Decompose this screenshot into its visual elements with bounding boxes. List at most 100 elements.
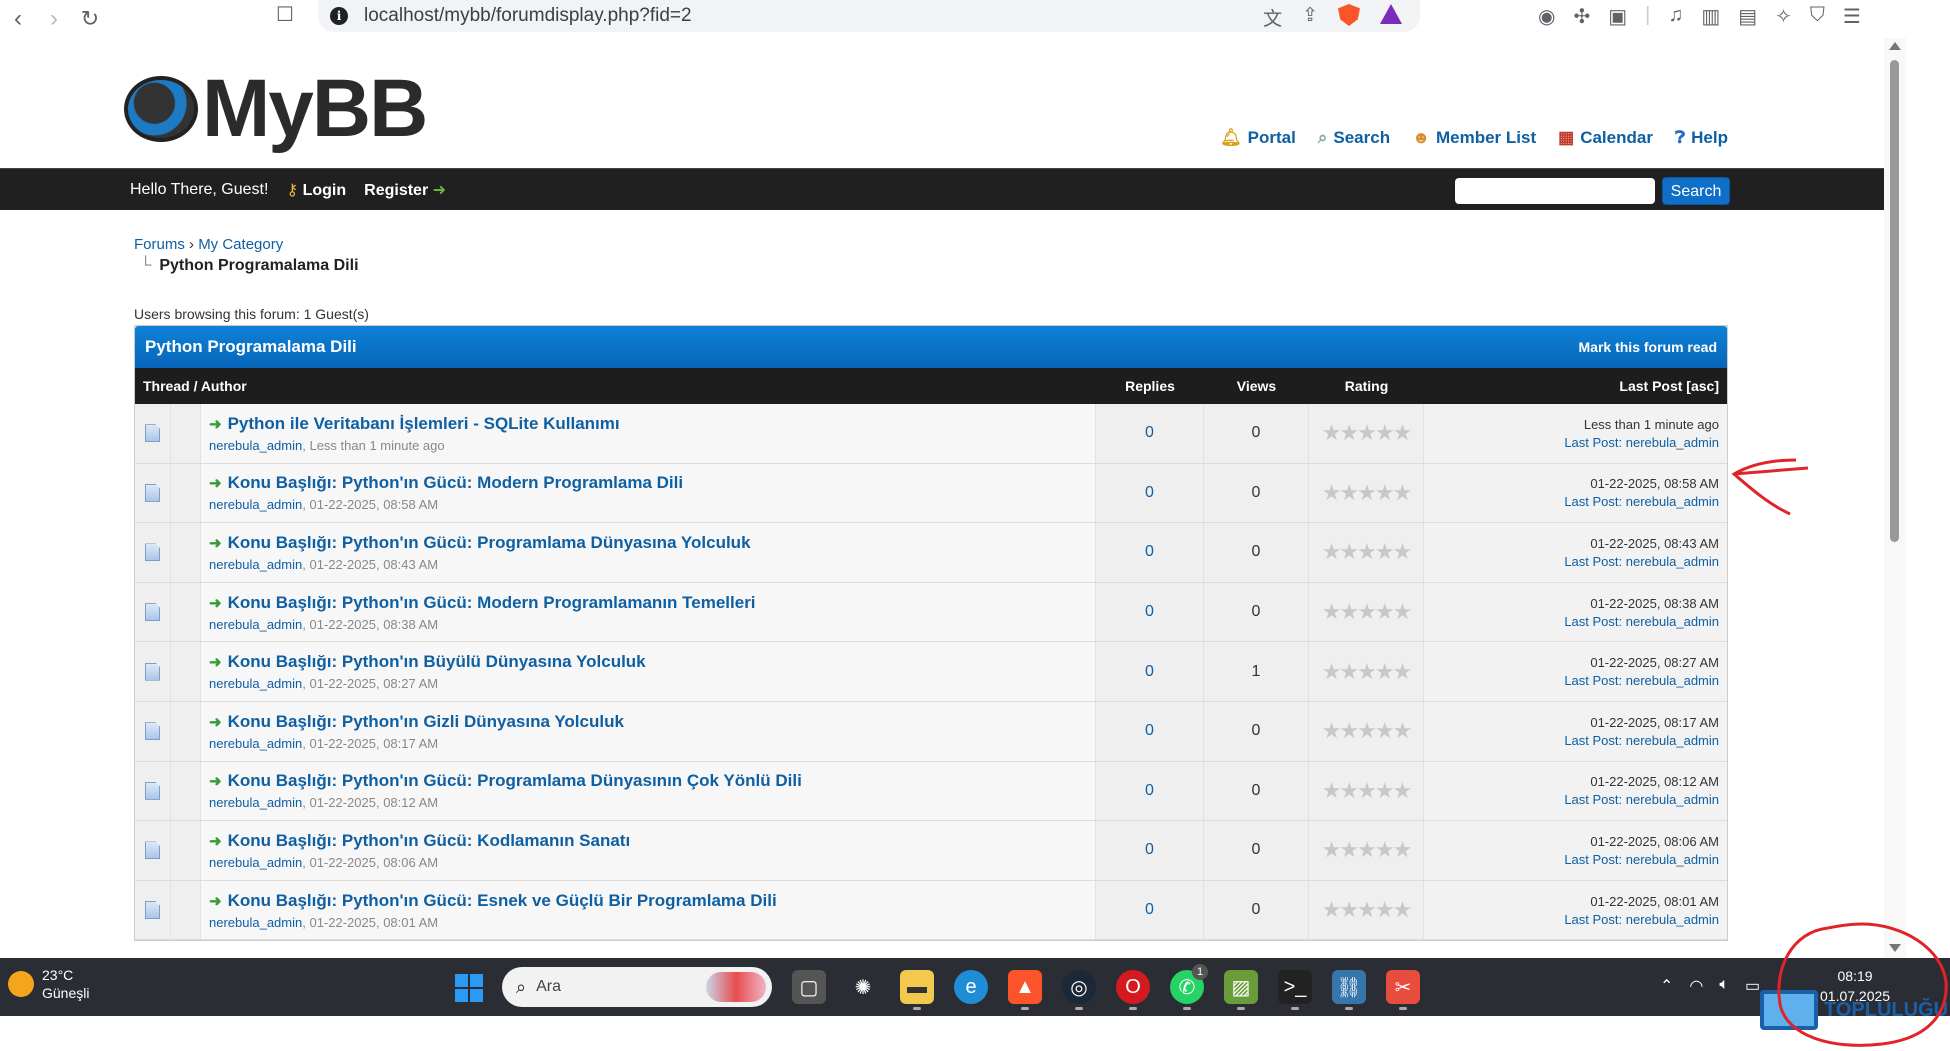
col-last-post[interactable]: Last Post [asc]	[1424, 378, 1727, 394]
vpn-icon[interactable]: ⛉	[1810, 4, 1825, 29]
brave-icon[interactable]: ▲	[1008, 970, 1042, 1010]
thread-title-link[interactable]: ➜ Konu Başlığı: Python'ın Büyülü Dünyasın…	[209, 652, 646, 672]
thread-title-link[interactable]: ➜ Konu Başlığı: Python'ın Gücü: Esnek ve …	[209, 891, 777, 911]
thread-author-link[interactable]: nerebula_admin	[209, 676, 302, 691]
replies-count[interactable]: 0	[1145, 603, 1154, 621]
last-post-author-link[interactable]: nerebula_admin	[1626, 614, 1719, 629]
replies-count[interactable]: 0	[1145, 663, 1154, 681]
extensions-icon[interactable]: ✣	[1573, 4, 1590, 29]
portal-link[interactable]: 🔔︎ Portal	[1220, 128, 1296, 148]
media-icon[interactable]: ♫	[1668, 4, 1683, 29]
calendar-link[interactable]: ▦ Calendar	[1558, 128, 1653, 148]
last-post-author-link[interactable]: nerebula_admin	[1626, 673, 1719, 688]
share-icon[interactable]: ⇪	[1302, 4, 1318, 31]
breadcrumb-category[interactable]: My Category	[198, 236, 283, 253]
reload-icon[interactable]: ↻	[72, 6, 108, 32]
thread-title-link[interactable]: ➜ Konu Başlığı: Python'ın Gücü: Programla…	[209, 771, 802, 791]
header-search-button[interactable]: Search	[1662, 177, 1730, 205]
help-link[interactable]: ❓︎ Help	[1675, 128, 1728, 148]
thread-author-link[interactable]: nerebula_admin	[209, 915, 302, 930]
goto-arrow-icon[interactable]: ➜	[209, 534, 222, 552]
rating-stars-icon[interactable]: ★★★★★	[1322, 480, 1413, 506]
thread-title-link[interactable]: ➜ Konu Başlığı: Python'ın Gücü: Kodlamanı…	[209, 831, 630, 851]
thread-author-link[interactable]: nerebula_admin	[209, 617, 302, 632]
leo-ai-icon[interactable]: ✧	[1775, 4, 1792, 29]
weather-widget[interactable]: 23°C Güneşli	[8, 966, 89, 1002]
rating-stars-icon[interactable]: ★★★★★	[1322, 659, 1413, 685]
thread-title-link[interactable]: ➜ Konu Başlığı: Python'ın Gücü: Programla…	[209, 533, 751, 553]
chatgpt-icon[interactable]: ✺	[846, 970, 880, 1004]
thread-title-link[interactable]: ➜ Konu Başlığı: Python'ın Gücü: Modern Pr…	[209, 473, 683, 493]
rating-stars-icon[interactable]: ★★★★★	[1322, 539, 1413, 565]
last-post-author-link[interactable]: nerebula_admin	[1626, 733, 1719, 748]
last-post-link[interactable]: Last Post	[1564, 792, 1618, 807]
rating-stars-icon[interactable]: ★★★★★	[1322, 778, 1413, 804]
whatsapp-icon[interactable]: ✆ 1	[1170, 964, 1208, 1010]
goto-arrow-icon[interactable]: ➜	[209, 415, 222, 433]
rating-stars-icon[interactable]: ★★★★★	[1322, 599, 1413, 625]
replies-count[interactable]: 0	[1145, 543, 1154, 561]
last-post-link[interactable]: Last Post	[1564, 435, 1618, 450]
goto-arrow-icon[interactable]: ➜	[209, 594, 222, 612]
rating-stars-icon[interactable]: ★★★★★	[1322, 837, 1413, 863]
menu-icon[interactable]: ☰	[1843, 4, 1861, 29]
col-replies[interactable]: Replies	[1096, 378, 1204, 394]
thread-author-link[interactable]: nerebula_admin	[209, 497, 302, 512]
brave-shield-icon[interactable]	[1338, 4, 1360, 26]
login-link[interactable]: ⚷ Login	[286, 180, 346, 200]
screenshot-icon[interactable]: ▣	[1608, 4, 1627, 29]
address-bar[interactable]: i localhost/mybb/forumdisplay.php?fid=2 …	[318, 0, 1420, 32]
edge-icon[interactable]: e	[954, 970, 988, 1004]
start-icon[interactable]	[455, 974, 483, 1002]
col-rating[interactable]: Rating	[1309, 378, 1424, 394]
back-icon[interactable]: ‹	[0, 5, 36, 33]
bookmark-icon[interactable]: ☐	[276, 2, 294, 27]
forward-icon[interactable]: ›	[36, 5, 72, 33]
steam-icon[interactable]: ◎	[1062, 970, 1096, 1010]
last-post-author-link[interactable]: nerebula_admin	[1626, 912, 1719, 927]
terminal-icon[interactable]: >_	[1278, 970, 1312, 1010]
python-icon[interactable]: ⛓	[1332, 970, 1366, 1010]
thread-author-link[interactable]: nerebula_admin	[209, 736, 302, 751]
rating-stars-icon[interactable]: ★★★★★	[1322, 718, 1413, 744]
register-link[interactable]: Register ➜	[364, 180, 446, 200]
thread-author-link[interactable]: nerebula_admin	[209, 557, 302, 572]
col-thread-author[interactable]: Thread / Author	[135, 378, 1096, 394]
extension-globe-icon[interactable]: ◉	[1538, 4, 1555, 29]
breadcrumb-forums[interactable]: Forums	[134, 236, 185, 253]
rating-stars-icon[interactable]: ★★★★★	[1322, 420, 1413, 446]
search-link[interactable]: ⌕ Search	[1318, 128, 1390, 148]
thread-title-link[interactable]: ➜ Python ile Veritabanı İşlemleri - SQLit…	[209, 414, 620, 434]
last-post-author-link[interactable]: nerebula_admin	[1626, 494, 1719, 509]
col-views[interactable]: Views	[1204, 378, 1309, 394]
url-text[interactable]: localhost/mybb/forumdisplay.php?fid=2	[364, 5, 692, 27]
last-post-author-link[interactable]: nerebula_admin	[1626, 435, 1719, 450]
last-post-link[interactable]: Last Post	[1564, 673, 1618, 688]
replies-count[interactable]: 0	[1145, 722, 1154, 740]
mybb-logo[interactable]: MyBB	[124, 62, 428, 156]
wallet-icon[interactable]: ▤	[1738, 4, 1757, 29]
battery-icon[interactable]: ▭	[1745, 976, 1760, 996]
chevron-up-icon[interactable]: ⌃	[1660, 976, 1673, 996]
volume-icon[interactable]: 🔈︎	[1719, 976, 1729, 996]
thread-title-link[interactable]: ➜ Konu Başlığı: Python'ın Gücü: Modern Pr…	[209, 593, 756, 613]
file-explorer-icon[interactable]: ▬	[900, 970, 934, 1010]
last-post-link[interactable]: Last Post	[1564, 494, 1618, 509]
last-post-link[interactable]: Last Post	[1564, 614, 1618, 629]
wifi-icon[interactable]: ◠	[1689, 976, 1703, 996]
mark-forum-read-link[interactable]: Mark this forum read	[1579, 339, 1717, 355]
rating-stars-icon[interactable]: ★★★★★	[1322, 897, 1413, 923]
goto-arrow-icon[interactable]: ➜	[209, 713, 222, 731]
page-scrollbar[interactable]	[1884, 38, 1906, 958]
brave-rewards-icon[interactable]	[1380, 4, 1402, 24]
replies-count[interactable]: 0	[1145, 484, 1154, 502]
last-post-author-link[interactable]: nerebula_admin	[1626, 554, 1719, 569]
last-post-link[interactable]: Last Post	[1564, 852, 1618, 867]
header-search-input[interactable]	[1455, 178, 1655, 204]
last-post-author-link[interactable]: nerebula_admin	[1626, 792, 1719, 807]
thread-author-link[interactable]: nerebula_admin	[209, 795, 302, 810]
snipping-tool-icon[interactable]: ✂	[1386, 970, 1420, 1010]
replies-count[interactable]: 0	[1145, 782, 1154, 800]
thread-author-link[interactable]: nerebula_admin	[209, 855, 302, 870]
scroll-thumb[interactable]	[1890, 60, 1899, 542]
